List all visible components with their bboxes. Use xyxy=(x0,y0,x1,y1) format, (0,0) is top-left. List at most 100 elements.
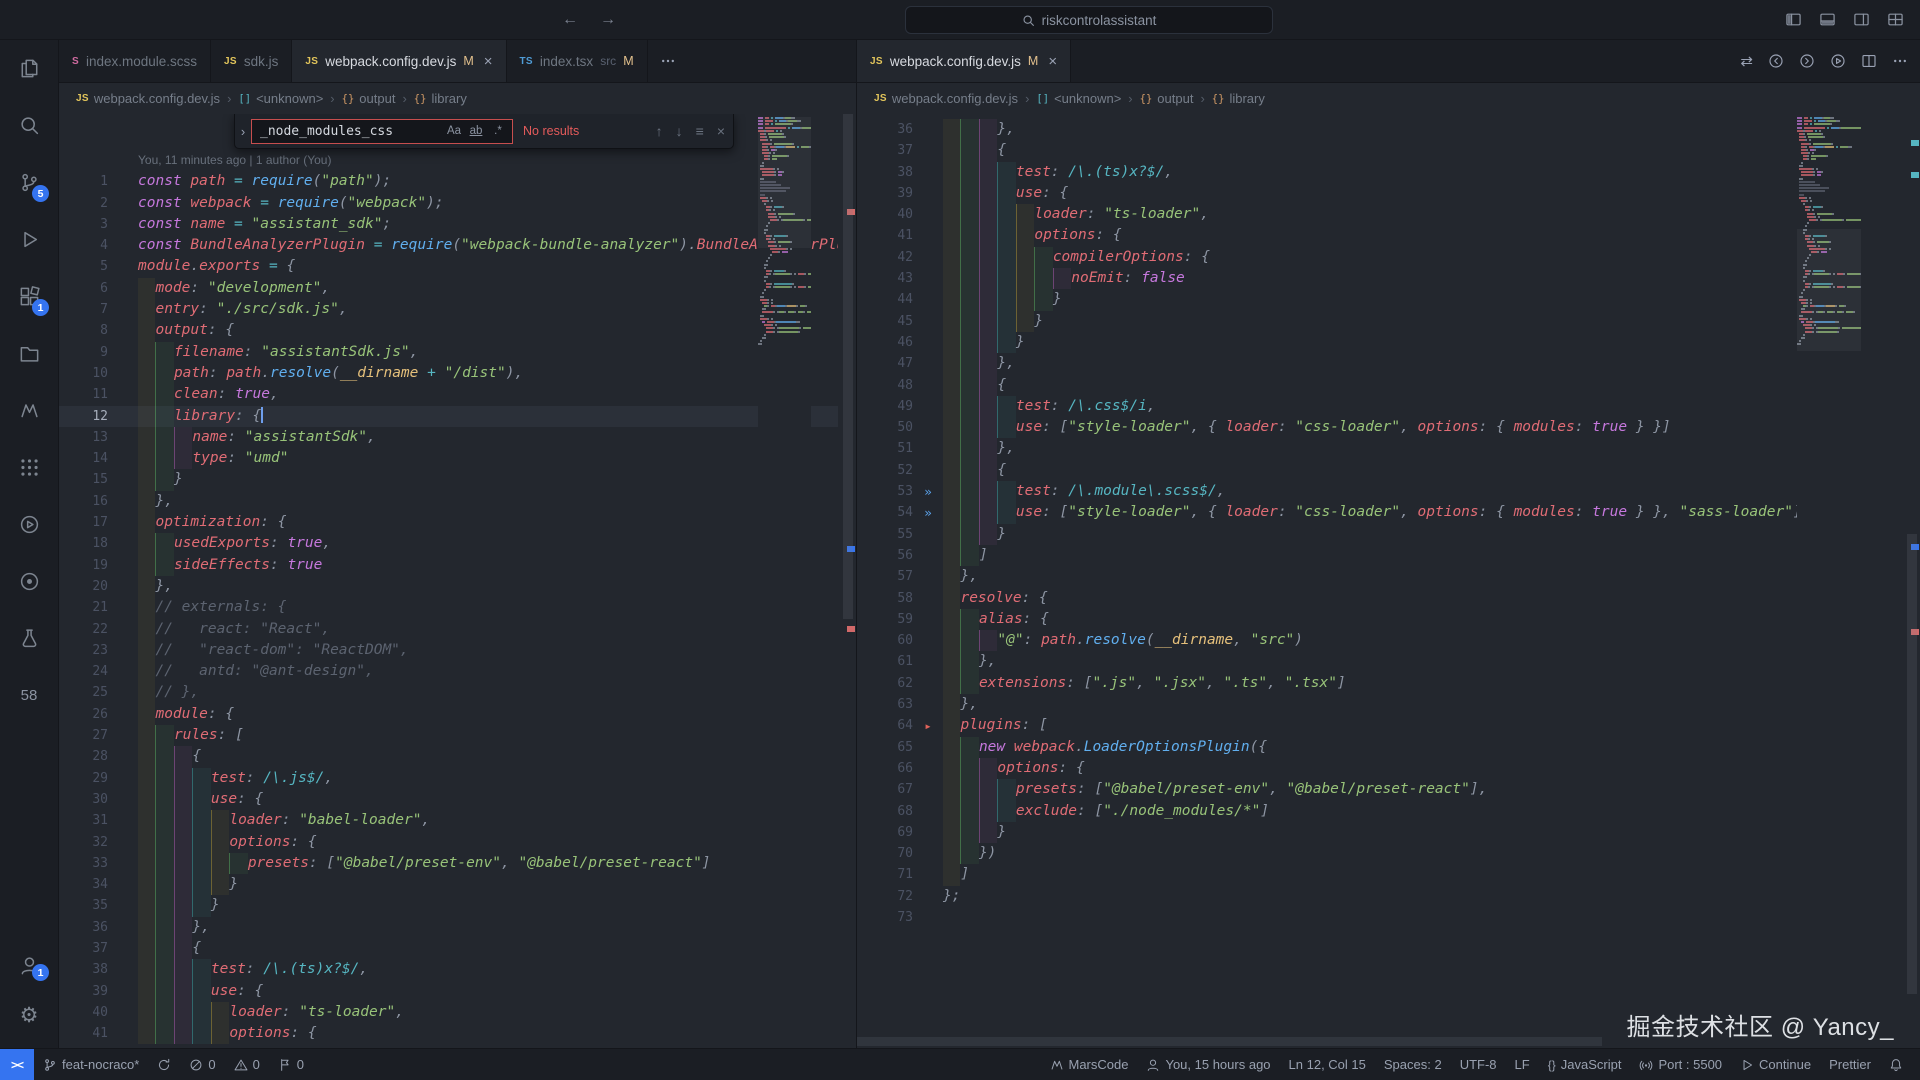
line-number[interactable]: 43 xyxy=(857,268,913,289)
line-number[interactable]: 40 xyxy=(857,204,913,225)
code-line[interactable]: 40 loader: "ts-loader", xyxy=(59,1002,856,1023)
line-number[interactable]: 13 xyxy=(59,427,108,448)
navigate-back-circle-icon[interactable] xyxy=(1768,53,1784,69)
toggle-secondary-sidebar-icon[interactable] xyxy=(1853,11,1870,28)
activity-folders-icon[interactable] xyxy=(0,325,58,382)
prettier[interactable]: Prettier xyxy=(1820,1049,1880,1080)
tab-index-tsx[interactable]: TSindex.tsxsrcM xyxy=(507,40,648,82)
line-number[interactable]: 6 xyxy=(59,278,108,299)
line-number[interactable]: 8 xyxy=(59,320,108,341)
code-line[interactable]: 1const path = require("path"); xyxy=(59,171,856,192)
horizontal-scrollbar[interactable] xyxy=(857,1037,1602,1046)
find-input[interactable]: _node_modules_css Aa ab .* xyxy=(251,119,513,144)
toggle-primary-sidebar-icon[interactable] xyxy=(1785,11,1802,28)
warnings[interactable]: 0 xyxy=(225,1049,269,1080)
line-number[interactable]: 70 xyxy=(857,843,913,864)
minimap[interactable] xyxy=(1797,114,1861,1048)
activity-beaker-icon[interactable] xyxy=(0,610,58,667)
find-query[interactable]: _node_modules_css xyxy=(260,124,393,139)
line-number[interactable]: 42 xyxy=(857,247,913,268)
regex-toggle[interactable]: .* xyxy=(488,121,508,141)
line-number[interactable]: 11 xyxy=(59,384,108,405)
editor-pane-right[interactable]: 36 },37 {38 test: /\.(ts)x?$/,39 use: {4… xyxy=(857,114,1920,1048)
line-number[interactable]: 33 xyxy=(59,853,108,874)
code-line[interactable]: 33 presets: ["@babel/preset-env", "@babe… xyxy=(59,853,856,874)
line-number[interactable]: 62 xyxy=(857,673,913,694)
breadcrumb-item-webpack-config-dev-js[interactable]: JSwebpack.config.dev.js xyxy=(76,91,220,106)
code-line[interactable]: 43 noEmit: false xyxy=(857,268,1920,289)
code-line[interactable]: 18 usedExports: true, xyxy=(59,533,856,554)
code-line[interactable]: 12 library: { xyxy=(59,406,856,427)
run-file-icon[interactable] xyxy=(1830,53,1846,69)
code-line[interactable]: 47 }, xyxy=(857,353,1920,374)
split-editor-icon[interactable] xyxy=(1861,53,1877,69)
errors[interactable]: 0 xyxy=(180,1049,224,1080)
indentation[interactable]: Spaces: 2 xyxy=(1375,1049,1451,1080)
line-number[interactable]: 32 xyxy=(59,832,108,853)
line-number[interactable]: 63 xyxy=(857,694,913,715)
codelens[interactable]: You, 11 minutes ago | 1 author (You) xyxy=(138,150,331,171)
navigate-forward-icon[interactable]: → xyxy=(600,12,616,28)
line-number[interactable]: 41 xyxy=(857,225,913,246)
code-line[interactable]: 2const webpack = require("webpack"); xyxy=(59,193,856,214)
tab-webpack-config-dev-js[interactable]: JSwebpack.config.dev.jsM× xyxy=(292,40,506,82)
code-line[interactable]: 63 }, xyxy=(857,694,1920,715)
code-line[interactable]: 41 options: { xyxy=(59,1023,856,1044)
code-line[interactable]: 13 name: "assistantSdk", xyxy=(59,427,856,448)
line-number[interactable]: 66 xyxy=(857,758,913,779)
navigate-back-icon[interactable]: ← xyxy=(562,12,578,28)
close-icon[interactable]: × xyxy=(1048,53,1057,70)
line-number[interactable]: 71 xyxy=(857,864,913,885)
line-number[interactable]: 39 xyxy=(857,183,913,204)
code-line[interactable]: 67 presets: ["@babel/preset-env", "@babe… xyxy=(857,779,1920,800)
vertical-scrollbar[interactable] xyxy=(1907,534,1917,994)
line-number[interactable]: 73 xyxy=(857,907,913,928)
line-number[interactable]: 18 xyxy=(59,533,108,554)
tab-sdk-js[interactable]: JSsdk.js xyxy=(211,40,292,82)
code-line[interactable]: 53» test: /\.module\.scss$/, xyxy=(857,481,1920,502)
toggle-panel-icon[interactable] xyxy=(1819,11,1836,28)
editor-pane-left[interactable]: › _node_modules_css Aa ab .* No results … xyxy=(59,114,856,1048)
find-close-icon[interactable]: × xyxy=(717,124,725,138)
breadcrumb-item-library[interactable]: {}library xyxy=(1212,91,1265,106)
line-number[interactable]: 52 xyxy=(857,460,913,481)
line-number[interactable]: 31 xyxy=(59,810,108,831)
code-line[interactable]: 21 // externals: { xyxy=(59,597,856,618)
line-number[interactable]: 17 xyxy=(59,512,108,533)
code-line[interactable]: 14 type: "umd" xyxy=(59,448,856,469)
line-number[interactable]: 23 xyxy=(59,640,108,661)
find-in-selection-icon[interactable]: ≡ xyxy=(696,124,704,138)
sync-status[interactable] xyxy=(148,1049,180,1080)
code-line[interactable]: 59 alias: { xyxy=(857,609,1920,630)
code-line[interactable]: 16 }, xyxy=(59,491,856,512)
notifications[interactable] xyxy=(1880,1049,1912,1080)
code-line[interactable]: 17 optimization: { xyxy=(59,512,856,533)
whole-word-toggle[interactable]: ab xyxy=(466,121,486,141)
code-line[interactable]: 58 resolve: { xyxy=(857,588,1920,609)
code-line[interactable]: 71 ] xyxy=(857,864,1920,885)
code-line[interactable]: 57 }, xyxy=(857,566,1920,587)
code-line[interactable]: 32 options: { xyxy=(59,832,856,853)
line-number[interactable]: 48 xyxy=(857,375,913,396)
code-line[interactable]: 61 }, xyxy=(857,651,1920,672)
activity-source-control-icon[interactable]: 5 xyxy=(0,154,58,211)
line-number[interactable]: 29 xyxy=(59,768,108,789)
marscode-status[interactable]: MarsCode xyxy=(1041,1049,1138,1080)
tab-index-module-scss[interactable]: Sindex.module.scss xyxy=(59,40,211,82)
code-line[interactable]: 38 test: /\.(ts)x?$/, xyxy=(59,959,856,980)
line-number[interactable]: 68 xyxy=(857,801,913,822)
activity-play-circle-icon[interactable] xyxy=(0,496,58,553)
code-line[interactable]: 73 xyxy=(857,907,1920,928)
code-line[interactable]: 23 // "react-dom": "ReactDOM", xyxy=(59,640,856,661)
line-number[interactable]: 22 xyxy=(59,619,108,640)
line-number[interactable]: 39 xyxy=(59,981,108,1002)
breadcrumb-item-unknown[interactable]: []<unknown> xyxy=(238,91,323,106)
activity-grid-icon[interactable] xyxy=(0,439,58,496)
code-line[interactable]: 34 } xyxy=(59,874,856,895)
code-line[interactable]: 60 "@": path.resolve(__dirname, "src") xyxy=(857,630,1920,651)
line-number[interactable]: 37 xyxy=(59,938,108,959)
line-number[interactable]: 27 xyxy=(59,725,108,746)
git-branch[interactable]: feat-nocraco* xyxy=(34,1049,148,1080)
line-number[interactable]: 25 xyxy=(59,682,108,703)
code-line[interactable]: 4const BundleAnalyzerPlugin = require("w… xyxy=(59,235,856,256)
